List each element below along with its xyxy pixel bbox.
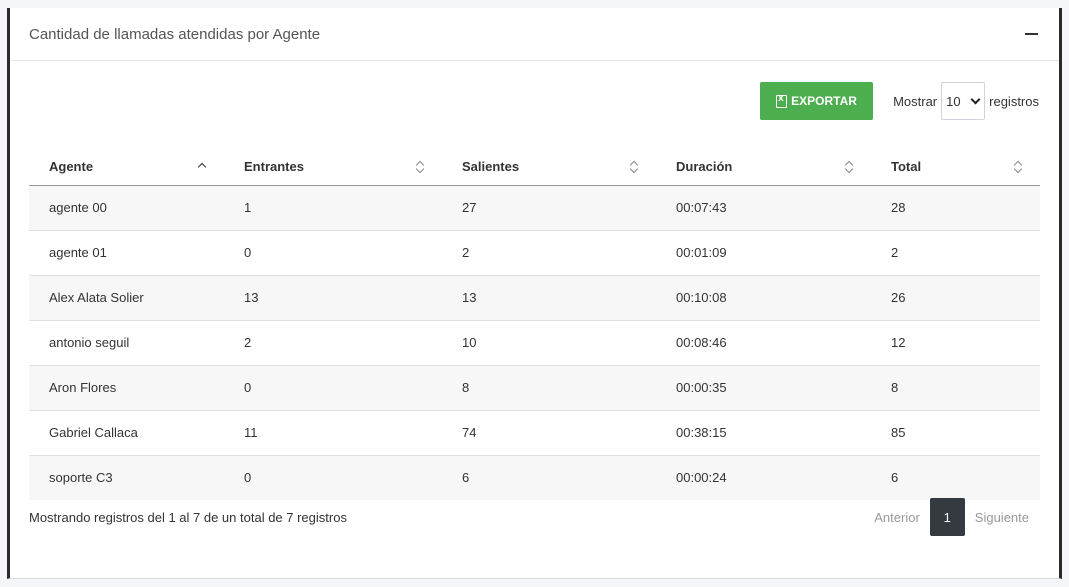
cell-entrantes: 0 [224, 230, 442, 276]
page-1-button[interactable]: 1 [929, 498, 965, 536]
cell-duracion: 00:00:24 [656, 455, 871, 500]
column-header-agente[interactable]: Agente [29, 148, 224, 186]
cell-total: 2 [871, 230, 1040, 276]
sort-icon [416, 161, 424, 173]
cell-entrantes: 13 [224, 275, 442, 321]
export-label: EXPORTAR [791, 94, 857, 108]
cell-duracion: 00:08:46 [656, 320, 871, 366]
cell-salientes: 74 [442, 410, 656, 456]
cell-agente: agente 00 [29, 185, 224, 231]
column-header-duracion[interactable]: Duración [656, 148, 871, 186]
card-title: Cantidad de llamadas atendidas por Agent… [29, 26, 321, 43]
cell-total: 26 [871, 275, 1040, 321]
cell-total: 6 [871, 455, 1040, 500]
cell-agente: soporte C3 [29, 455, 224, 500]
column-header-salientes[interactable]: Salientes [442, 148, 656, 186]
column-header-total[interactable]: Total [871, 148, 1040, 186]
export-button[interactable]: EXPORTAR [760, 82, 874, 120]
sort-icon [630, 161, 638, 173]
chevron-down-icon [970, 94, 981, 105]
cell-total: 85 [871, 410, 1040, 456]
cell-salientes: 13 [442, 275, 656, 321]
cell-entrantes: 1 [224, 185, 442, 231]
cell-salientes: 27 [442, 185, 656, 231]
cell-duracion: 00:07:43 [656, 185, 871, 231]
sort-asc-icon [198, 161, 206, 173]
cell-agente: agente 01 [29, 230, 224, 276]
next-page-button[interactable]: Siguiente [965, 510, 1039, 525]
table-row: agente 01 0 2 00:01:09 2 [29, 230, 1040, 276]
cell-salientes: 8 [442, 365, 656, 411]
sort-icon [1014, 161, 1022, 173]
cell-entrantes: 11 [224, 410, 442, 456]
cell-agente: Alex Alata Solier [29, 275, 224, 321]
table-row: Aron Flores 0 8 00:00:35 8 [29, 365, 1040, 411]
table-row: soporte C3 0 6 00:00:24 6 [29, 455, 1040, 500]
cell-total: 8 [871, 365, 1040, 411]
page-length-value: 10 [946, 93, 961, 109]
cell-salientes: 6 [442, 455, 656, 500]
cell-agente: Gabriel Callaca [29, 410, 224, 456]
table-row: antonio seguil 2 10 00:08:46 12 [29, 320, 1040, 366]
cell-duracion: 00:01:09 [656, 230, 871, 276]
column-header-entrantes[interactable]: Entrantes [224, 148, 442, 186]
cell-entrantes: 0 [224, 365, 442, 411]
cell-salientes: 10 [442, 320, 656, 366]
cell-total: 28 [871, 185, 1040, 231]
cell-duracion: 00:00:35 [656, 365, 871, 411]
agents-table: Agente Entrantes Salientes Duración Tota… [29, 148, 1040, 500]
report-card: Cantidad de llamadas atendidas por Agent… [7, 8, 1062, 579]
cell-agente: antonio seguil [29, 320, 224, 366]
table-row: Alex Alata Solier 13 13 00:10:08 26 [29, 275, 1040, 321]
cell-agente: Aron Flores [29, 365, 224, 411]
cell-entrantes: 0 [224, 455, 442, 500]
table-row: agente 00 1 27 00:07:43 28 [29, 185, 1040, 231]
cell-total: 12 [871, 320, 1040, 366]
cell-duracion: 00:10:08 [656, 275, 871, 321]
show-label: Mostrar [893, 93, 938, 109]
table-header-row: Agente Entrantes Salientes Duración Tota… [29, 148, 1040, 186]
table-info: Mostrando registros del 1 al 7 de un tot… [29, 510, 347, 525]
cell-entrantes: 2 [224, 320, 442, 366]
cell-duracion: 00:38:15 [656, 410, 871, 456]
collapse-minus-icon[interactable] [1025, 33, 1038, 35]
excel-file-icon [776, 93, 788, 108]
previous-page-button[interactable]: Anterior [864, 510, 930, 525]
records-label: registros [989, 93, 1039, 109]
cell-salientes: 2 [442, 230, 656, 276]
table-row: Gabriel Callaca 11 74 00:38:15 85 [29, 410, 1040, 456]
card-header: Cantidad de llamadas atendidas por Agent… [10, 8, 1059, 61]
sort-icon [845, 161, 853, 173]
page-length-select[interactable]: 10 [941, 82, 986, 120]
pagination: Anterior 1 Siguiente [864, 498, 1039, 536]
table-toolbar: EXPORTAR Mostrar 10 registros [760, 82, 1039, 120]
